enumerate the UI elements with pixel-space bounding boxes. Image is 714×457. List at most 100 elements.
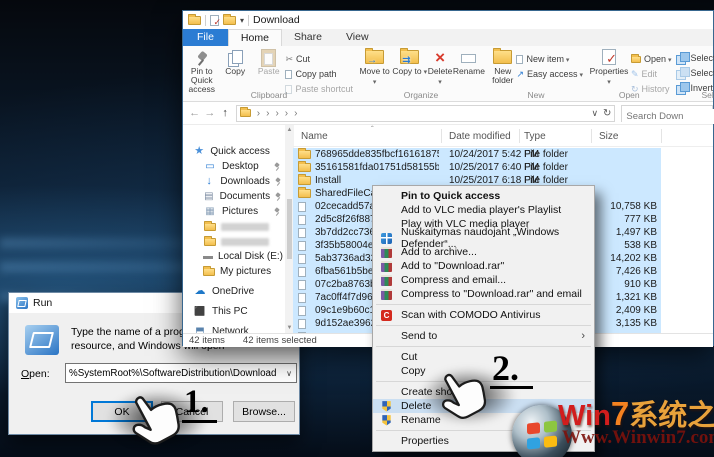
breadcrumb-segment[interactable] — [253, 108, 260, 119]
breadcrumb-segment[interactable] — [290, 108, 297, 119]
open-input[interactable] — [66, 368, 282, 379]
context-menu-item[interactable]: Add to VLC media player's Playlist — [373, 203, 594, 217]
ribbon-group-select: Select all Select none Invert selection … — [674, 46, 714, 101]
file-icon — [298, 228, 306, 238]
column-type[interactable]: Type — [524, 131, 546, 142]
move-to-button[interactable]: → Move to — [357, 48, 392, 86]
breadcrumb-segment[interactable] — [281, 108, 288, 119]
context-menu-item[interactable]: Add to "Download.rar" — [373, 259, 594, 273]
pin-to-quick-access-button[interactable]: Pin to Quick access — [185, 48, 218, 96]
context-menu-item[interactable] — [373, 343, 594, 350]
context-menu-item[interactable]: Add to archive... — [373, 245, 594, 259]
new-item-button[interactable]: New item — [516, 52, 583, 66]
file-row[interactable]: 35161581fda01751d58155bd475ecf51 10/25/2… — [293, 161, 661, 174]
qat-properties-icon[interactable]: ✓ — [210, 15, 219, 26]
sidebar-item[interactable]: ☁ OneDrive — [183, 285, 285, 298]
documents-icon: ▤ — [203, 192, 215, 202]
folder-icon — [203, 268, 215, 276]
easy-access-button[interactable]: ↗Easy access — [516, 67, 583, 81]
rename-button[interactable]: Rename — [453, 48, 485, 86]
file-size: 2,409 KB — [616, 305, 657, 316]
open-icon — [631, 56, 641, 63]
context-menu-item[interactable]: Send to › — [373, 329, 594, 343]
tab-file[interactable]: File — [183, 29, 228, 46]
combo-dropdown-icon[interactable]: ∨ — [282, 369, 296, 378]
file-size: 7,426 KB — [616, 266, 657, 277]
delete-button[interactable]: × Delete — [427, 48, 453, 86]
paste-icon — [261, 49, 276, 67]
browse-button[interactable]: Browse... — [233, 401, 295, 422]
context-menu-item[interactable]: Compress to "Download.rar" and email — [373, 287, 594, 301]
sidebar-item[interactable]: ↓ Downloads — [183, 175, 285, 188]
copy-path-button[interactable]: Copy path — [285, 67, 353, 81]
context-menu-item[interactable]: Compress and email... — [373, 273, 594, 287]
new-folder-button[interactable]: New folder — [489, 48, 516, 85]
open-button[interactable]: Open — [631, 52, 672, 66]
qat-new-folder-icon[interactable] — [223, 16, 236, 25]
back-button[interactable]: ← — [187, 107, 202, 119]
pinned-icon — [274, 207, 281, 216]
copy-to-button[interactable]: ⇉ Copy to — [392, 48, 427, 86]
folder-icon — [298, 189, 311, 198]
qat-customize-arrow-icon[interactable]: ▾ — [240, 16, 244, 25]
column-date-modified[interactable]: Date modified — [449, 131, 511, 142]
scroll-up-icon[interactable]: ▲ — [287, 127, 293, 133]
context-menu-item[interactable] — [373, 322, 594, 329]
breadcrumb[interactable]: ∨ ↻ — [236, 105, 616, 122]
paste-button[interactable]: Paste — [252, 48, 285, 96]
sidebar-item[interactable] — [183, 235, 285, 248]
sidebar-item[interactable]: ▦ Pictures — [183, 205, 285, 218]
menu-item-label: Scan with COMODO Antivirus — [401, 309, 540, 321]
sidebar-item[interactable]: My pictures — [183, 265, 285, 278]
open-combobox[interactable]: ∨ — [65, 363, 297, 383]
sidebar-item[interactable]: ⬛ This PC — [183, 305, 285, 318]
select-none-button[interactable]: Select none — [676, 66, 714, 80]
column-name[interactable]: Name — [301, 131, 328, 142]
onedrive-cloud-icon: ☁ — [193, 286, 207, 297]
copy-button[interactable]: Copy — [218, 48, 251, 96]
cut-button[interactable]: ✂Cut — [285, 52, 353, 66]
sidebar-item[interactable]: ▭ Desktop — [183, 160, 285, 173]
up-button[interactable]: ↑ — [218, 107, 233, 119]
file-icon — [298, 202, 306, 212]
pinned-icon — [275, 192, 281, 201]
address-dropdown-icon[interactable]: ∨ — [591, 108, 598, 119]
column-headers: Name ˆ Date modified Type Size — [293, 127, 713, 147]
file-size: 10,758 KB — [610, 201, 657, 212]
tab-share[interactable]: Share — [282, 29, 334, 46]
tab-home[interactable]: Home — [228, 29, 282, 46]
scroll-down-icon[interactable]: ▼ — [287, 325, 293, 331]
file-icon — [298, 267, 306, 277]
sort-ascending-icon: ˆ — [371, 125, 374, 134]
breadcrumb-segment[interactable] — [271, 108, 278, 119]
forward-button[interactable]: → — [202, 107, 217, 119]
file-icon — [298, 280, 306, 290]
properties-button[interactable]: ✓ Properties — [587, 48, 631, 96]
edit-button[interactable]: ✎Edit — [631, 67, 672, 81]
column-size[interactable]: Size — [599, 131, 618, 142]
context-menu-item[interactable]: Pin to Quick access — [373, 189, 594, 203]
sidebar-item[interactable]: ▤ Documents — [183, 190, 285, 203]
refresh-icon[interactable]: ↻ — [603, 108, 611, 119]
scrollbar-thumb[interactable] — [287, 199, 292, 259]
file-row[interactable]: 768965dde835fbcf1616187526801de9 10/24/2… — [293, 148, 661, 161]
sidebar-item[interactable]: ★ Quick access — [183, 145, 285, 158]
tab-view[interactable]: View — [334, 29, 381, 46]
watermark-url: Www.Winwin7.com — [562, 427, 714, 449]
sidebar-item[interactable] — [183, 220, 285, 233]
search-input[interactable] — [622, 109, 714, 124]
quick-access-star-icon: ★ — [193, 146, 205, 157]
sidebar-item[interactable]: ⬒ Network — [183, 325, 285, 333]
context-menu-item[interactable]: Scan with COMODO Antivirus — [373, 308, 594, 322]
select-all-button[interactable]: Select all — [676, 51, 714, 65]
this-pc-icon: ⬛ — [193, 307, 207, 316]
context-menu-item[interactable] — [373, 301, 594, 308]
sidebar-item[interactable]: ▬ Local Disk (E:) — [183, 250, 285, 263]
context-menu-item[interactable]: Cut — [373, 350, 594, 364]
search-box[interactable] — [621, 105, 713, 122]
context-menu-item[interactable]: Nuskaitymas naudojant „Windows Defender“… — [373, 231, 594, 245]
ribbon: Pin to Quick access Copy Paste ✂Cut Copy… — [183, 46, 713, 102]
delete-x-icon: × — [435, 49, 445, 67]
breadcrumb-segment[interactable] — [262, 108, 269, 119]
menu-item-label: Compress to "Download.rar" and email — [401, 288, 582, 300]
